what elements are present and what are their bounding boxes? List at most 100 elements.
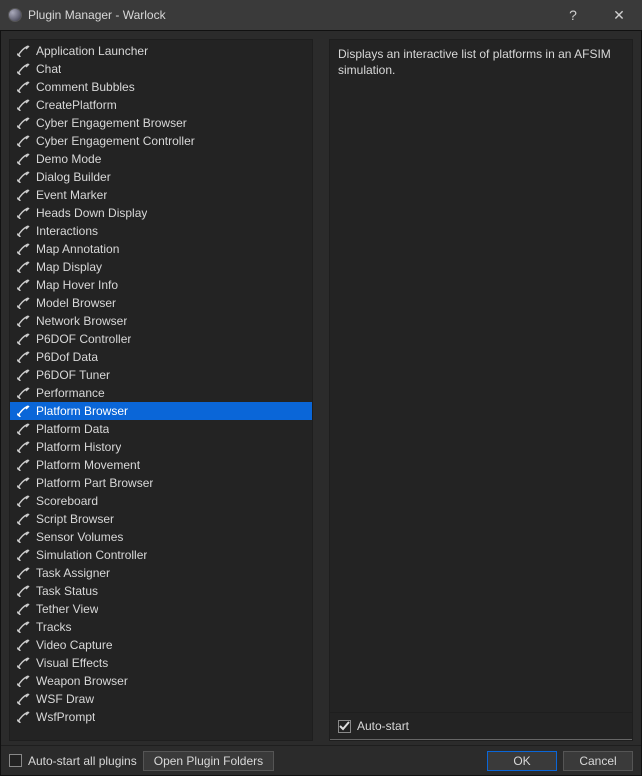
plugin-icon <box>16 710 30 724</box>
plugin-row[interactable]: Sensor Volumes <box>10 528 312 546</box>
autostart-row: Auto-start <box>330 713 632 740</box>
plugin-label: Interactions <box>36 224 98 238</box>
plugin-row[interactable]: WSF Draw <box>10 690 312 708</box>
plugin-list[interactable]: Application Launcher Chat Comment Bubbles C… <box>10 40 312 740</box>
plugin-icon <box>16 602 30 616</box>
autostart-label: Auto-start <box>357 719 409 733</box>
plugin-icon <box>16 386 30 400</box>
plugin-row[interactable]: Heads Down Display <box>10 204 312 222</box>
plugin-row[interactable]: Scoreboard <box>10 492 312 510</box>
plugin-icon <box>16 260 30 274</box>
plugin-label: Network Browser <box>36 314 127 328</box>
plugin-row[interactable]: Network Browser <box>10 312 312 330</box>
plugin-label: Tracks <box>36 620 72 634</box>
plugin-label: Script Browser <box>36 512 114 526</box>
dialog-body: Application Launcher Chat Comment Bubbles C… <box>1 31 641 745</box>
plugin-row[interactable]: P6DOF Tuner <box>10 366 312 384</box>
plugin-row[interactable]: Platform Movement <box>10 456 312 474</box>
plugin-label: Cyber Engagement Controller <box>36 134 195 148</box>
plugin-label: WsfPrompt <box>36 710 95 724</box>
plugin-icon <box>16 152 30 166</box>
plugin-label: Scoreboard <box>36 494 98 508</box>
help-button[interactable]: ? <box>550 0 596 30</box>
plugin-row[interactable]: Comment Bubbles <box>10 78 312 96</box>
plugin-label: WSF Draw <box>36 692 94 706</box>
plugin-list-panel: Application Launcher Chat Comment Bubbles C… <box>9 39 313 741</box>
plugin-icon <box>16 620 30 634</box>
plugin-row[interactable]: Map Display <box>10 258 312 276</box>
plugin-icon <box>16 476 30 490</box>
plugin-label: Heads Down Display <box>36 206 147 220</box>
plugin-label: Platform Movement <box>36 458 140 472</box>
cancel-button[interactable]: Cancel <box>563 751 633 771</box>
plugin-row[interactable]: Map Hover Info <box>10 276 312 294</box>
plugin-label: Platform Data <box>36 422 109 436</box>
plugin-label: Video Capture <box>36 638 113 652</box>
plugin-row[interactable]: Map Annotation <box>10 240 312 258</box>
plugin-icon <box>16 350 30 364</box>
plugin-icon <box>16 44 30 58</box>
plugin-row[interactable]: Model Browser <box>10 294 312 312</box>
plugin-row[interactable]: P6Dof Data <box>10 348 312 366</box>
plugin-row[interactable]: WsfPrompt <box>10 708 312 726</box>
autostart-checkbox[interactable] <box>338 720 351 733</box>
plugin-label: Task Status <box>36 584 98 598</box>
plugin-row[interactable]: Platform Browser <box>10 402 312 420</box>
plugin-label: Platform Browser <box>36 404 128 418</box>
plugin-row[interactable]: Demo Mode <box>10 150 312 168</box>
plugin-label: Performance <box>36 386 105 400</box>
ok-button[interactable]: OK <box>487 751 557 771</box>
plugin-icon <box>16 332 30 346</box>
plugin-row[interactable]: Video Capture <box>10 636 312 654</box>
plugin-label: Platform History <box>36 440 121 454</box>
plugin-row[interactable]: Chat <box>10 60 312 78</box>
plugin-row[interactable]: Performance <box>10 384 312 402</box>
autostart-all-checkbox[interactable] <box>9 754 22 767</box>
plugin-icon <box>16 458 30 472</box>
close-button[interactable]: ✕ <box>596 0 642 30</box>
plugin-icon <box>16 278 30 292</box>
plugin-icon <box>16 170 30 184</box>
plugin-row[interactable]: Task Status <box>10 582 312 600</box>
plugin-row[interactable]: Visual Effects <box>10 654 312 672</box>
plugin-row[interactable]: P6DOF Controller <box>10 330 312 348</box>
plugin-icon <box>16 530 30 544</box>
plugin-icon <box>16 422 30 436</box>
plugin-row[interactable]: Cyber Engagement Controller <box>10 132 312 150</box>
plugin-row[interactable]: Event Marker <box>10 186 312 204</box>
plugin-row[interactable]: Script Browser <box>10 510 312 528</box>
plugin-row[interactable]: Platform Data <box>10 420 312 438</box>
plugin-icon <box>16 296 30 310</box>
plugin-label: Comment Bubbles <box>36 80 135 94</box>
plugin-label: Task Assigner <box>36 566 110 580</box>
plugin-row[interactable]: Dialog Builder <box>10 168 312 186</box>
plugin-row[interactable]: Task Assigner <box>10 564 312 582</box>
plugin-icon <box>16 242 30 256</box>
open-plugin-folders-button[interactable]: Open Plugin Folders <box>143 751 274 771</box>
plugin-label: Map Annotation <box>36 242 119 256</box>
plugin-row[interactable]: CreatePlatform <box>10 96 312 114</box>
plugin-label: Application Launcher <box>36 44 148 58</box>
plugin-label: CreatePlatform <box>36 98 117 112</box>
plugin-label: Map Display <box>36 260 102 274</box>
plugin-label: Platform Part Browser <box>36 476 153 490</box>
plugin-row[interactable]: Platform Part Browser <box>10 474 312 492</box>
plugin-row[interactable]: Weapon Browser <box>10 672 312 690</box>
plugin-icon <box>16 98 30 112</box>
plugin-icon <box>16 62 30 76</box>
details-panel: Displays an interactive list of platform… <box>329 39 633 741</box>
plugin-icon <box>16 440 30 454</box>
plugin-icon <box>16 674 30 688</box>
plugin-icon <box>16 566 30 580</box>
splitter[interactable] <box>319 39 323 741</box>
plugin-row[interactable]: Simulation Controller <box>10 546 312 564</box>
plugin-row[interactable]: Tether View <box>10 600 312 618</box>
plugin-label: Demo Mode <box>36 152 101 166</box>
plugin-row[interactable]: Tracks <box>10 618 312 636</box>
window-title: Plugin Manager - Warlock <box>28 8 166 22</box>
plugin-row[interactable]: Interactions <box>10 222 312 240</box>
plugin-row[interactable]: Application Launcher <box>10 42 312 60</box>
plugin-row[interactable]: Platform History <box>10 438 312 456</box>
plugin-icon <box>16 134 30 148</box>
plugin-row[interactable]: Cyber Engagement Browser <box>10 114 312 132</box>
